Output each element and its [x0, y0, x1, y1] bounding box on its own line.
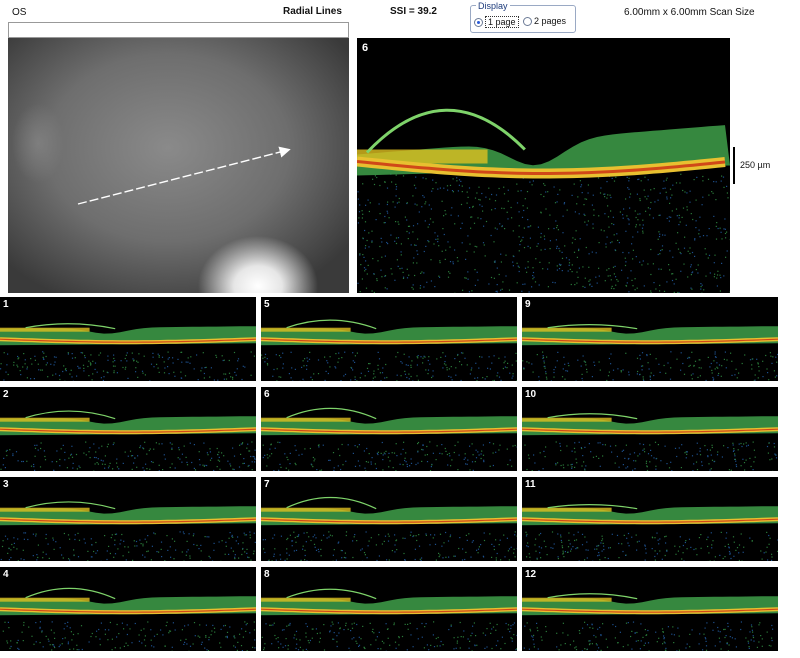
- thumbnail-scan-number: 4: [3, 569, 9, 580]
- oct-thumbnail-1[interactable]: 1: [0, 297, 256, 381]
- display-1-page-radio[interactable]: 1 page: [474, 16, 519, 28]
- thumbnail-bscan-graphic: [522, 413, 778, 471]
- thumbnail-bscan-graphic: [0, 410, 256, 471]
- oct-thumbnail-8[interactable]: 8: [261, 567, 517, 651]
- oct-thumbnail-6[interactable]: 6: [261, 387, 517, 471]
- fundus-image[interactable]: [8, 38, 349, 293]
- display-legend: Display: [476, 1, 510, 11]
- oct-thumbnail-7[interactable]: 7: [261, 477, 517, 561]
- fundus-title-bar: [8, 22, 349, 38]
- thumbnail-bscan-graphic: [261, 319, 517, 381]
- thumbnail-scan-number: 6: [264, 389, 270, 400]
- oct-thumbnail-3[interactable]: 3: [0, 477, 256, 561]
- thumbnail-scan-number: 9: [525, 299, 531, 310]
- thumbnail-scan-number: 10: [525, 389, 537, 400]
- oct-thumbnail-9[interactable]: 9: [522, 297, 778, 381]
- scan-type-title: Radial Lines: [283, 6, 342, 17]
- display-2-pages-radio[interactable]: 2 pages: [523, 16, 566, 26]
- display-option-group: Display 1 page 2 pages: [470, 1, 576, 33]
- eye-label: OS: [12, 7, 27, 18]
- scan-direction-arrow: [77, 146, 291, 205]
- thumbnail-scan-number: 11: [525, 479, 536, 490]
- radio-unselected-icon: [523, 16, 532, 26]
- thumbnail-bscan-graphic: [0, 501, 256, 561]
- thumbnail-scan-number: 1: [3, 299, 9, 310]
- oct-thumbnail-5[interactable]: 5: [261, 297, 517, 381]
- thumbnail-bscan-graphic: [261, 588, 517, 651]
- oct-thumbnail-11[interactable]: 11: [522, 477, 778, 561]
- radio-selected-icon: [474, 17, 483, 27]
- thumbnail-bscan-graphic: [522, 504, 778, 561]
- oct-thumbnail-10[interactable]: 10: [522, 387, 778, 471]
- thumbnail-scan-number: 12: [525, 569, 537, 580]
- scan-line-overlay: [77, 146, 291, 205]
- scan-size-label: 6.00mm x 6.00mm Scan Size: [624, 7, 755, 18]
- oct-thumbnail-12[interactable]: 12: [522, 567, 778, 651]
- thumbnail-bscan-graphic: [0, 323, 256, 381]
- display-1-page-label: 1 page: [485, 16, 519, 28]
- thumbnail-scan-number: 2: [3, 389, 9, 400]
- display-2-pages-label: 2 pages: [534, 16, 567, 26]
- thumbnail-scan-number: 7: [264, 479, 270, 490]
- signal-strength-index: SSI = 39.2: [390, 6, 437, 17]
- oct-thumbnail-4[interactable]: 4: [0, 567, 256, 651]
- thumbnail-scan-number: 5: [264, 299, 270, 310]
- main-bscan-graphic: [357, 108, 730, 293]
- scale-bar: [733, 147, 735, 184]
- thumbnail-scan-number: 8: [264, 569, 270, 580]
- thumbnail-bscan-graphic: [522, 593, 778, 651]
- oct-thumbnail-2[interactable]: 2: [0, 387, 256, 471]
- thumbnail-bscan-graphic: [261, 407, 517, 471]
- scale-bar-label: 250 µm: [740, 160, 771, 170]
- thumbnail-scan-number: 3: [3, 479, 9, 490]
- main-oct-bscan[interactable]: 6: [357, 38, 730, 293]
- thumbnail-bscan-graphic: [0, 587, 256, 651]
- main-scan-number: 6: [362, 42, 369, 54]
- thumbnail-bscan-graphic: [522, 324, 778, 381]
- thumbnail-bscan-graphic: [261, 496, 517, 561]
